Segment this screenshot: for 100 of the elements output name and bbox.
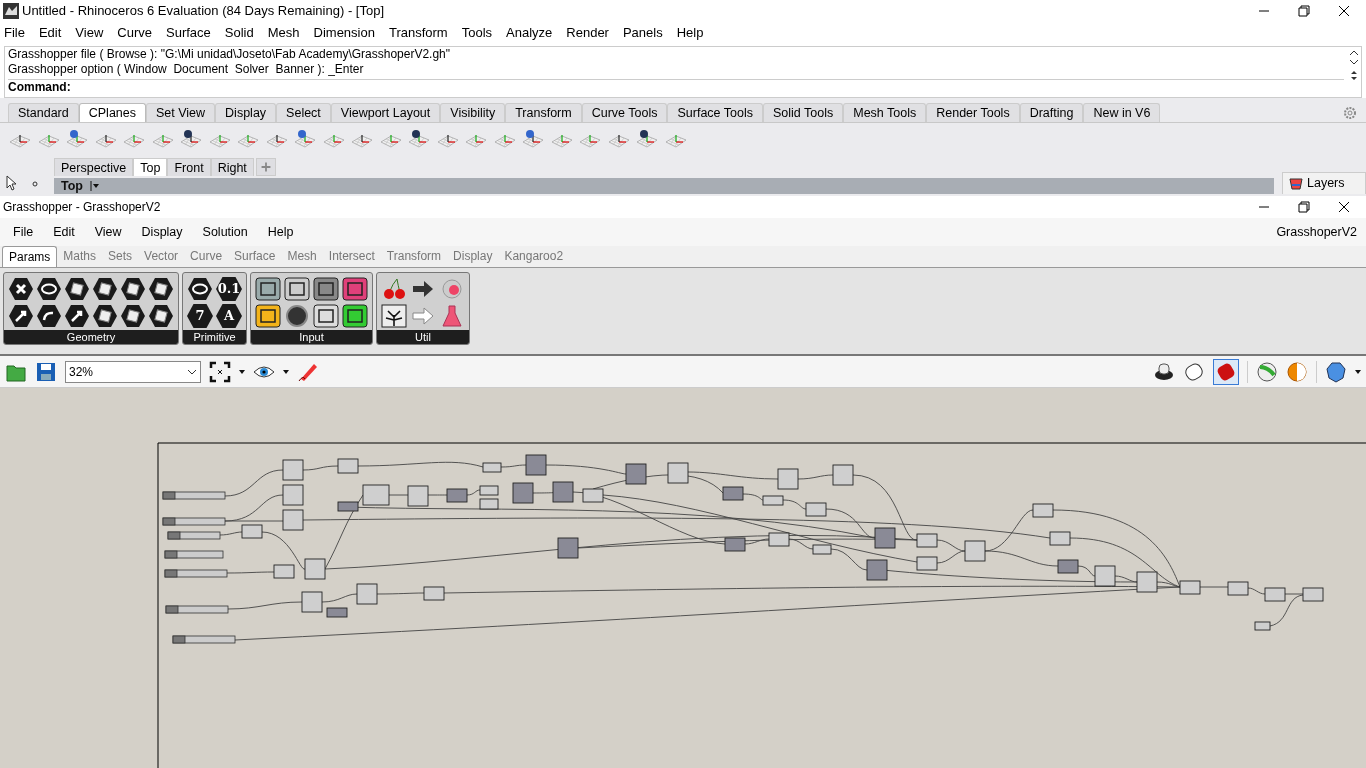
- restore-icon[interactable]: [1298, 201, 1310, 213]
- slider-node[interactable]: [164, 569, 228, 578]
- menu-item[interactable]: Display: [141, 222, 183, 242]
- component-node[interactable]: [482, 462, 502, 473]
- component-node[interactable]: [1302, 587, 1324, 602]
- hexagon-icon[interactable]: [187, 277, 213, 301]
- component-tab[interactable]: Vector: [138, 246, 185, 267]
- menu-item[interactable]: Analyze: [506, 23, 553, 43]
- component-node[interactable]: [1136, 571, 1158, 593]
- command-prompt[interactable]: Command:: [8, 79, 1344, 97]
- tree-icon[interactable]: [381, 304, 407, 328]
- zoom-dropdown[interactable]: 32%: [65, 360, 201, 383]
- component-node[interactable]: [362, 484, 390, 506]
- component-tab[interactable]: Params: [2, 246, 58, 267]
- hexagon-icon[interactable]: [36, 304, 62, 328]
- component-node[interactable]: [724, 537, 746, 552]
- component-tab[interactable]: Surface: [228, 246, 282, 267]
- viewport-tab[interactable]: Perspective: [54, 158, 134, 176]
- component-node[interactable]: [777, 468, 799, 490]
- restore-icon[interactable]: [1298, 5, 1310, 17]
- caret-icon[interactable]: [239, 369, 245, 374]
- component-node[interactable]: [423, 586, 445, 601]
- component-node[interactable]: [446, 488, 468, 503]
- component-node[interactable]: [916, 533, 938, 548]
- dropdown-caret-icon[interactable]: [90, 181, 100, 191]
- toolbar-tab[interactable]: Transform: [505, 103, 582, 122]
- component-node[interactable]: [479, 485, 499, 496]
- component-node[interactable]: [304, 558, 326, 580]
- toolbar-tab[interactable]: Render Tools: [926, 103, 1020, 122]
- component-node[interactable]: [282, 459, 304, 481]
- group-label[interactable]: Input: [251, 330, 372, 344]
- zoom-extents-icon[interactable]: [209, 360, 231, 383]
- hexagon-icon[interactable]: [120, 304, 146, 328]
- component-node[interactable]: [722, 486, 744, 501]
- component-node[interactable]: [1254, 621, 1271, 631]
- add-tab-icon[interactable]: [255, 158, 276, 176]
- hexagon-icon[interactable]: [36, 277, 62, 301]
- slider-node[interactable]: [162, 517, 226, 526]
- toolbar-tab[interactable]: Curve Tools: [581, 103, 668, 122]
- viewport-tab[interactable]: Front: [167, 158, 211, 176]
- group-label[interactable]: Util: [377, 330, 469, 344]
- menu-item[interactable]: Edit: [38, 23, 62, 43]
- component-node[interactable]: [512, 482, 534, 504]
- pointer-icon[interactable]: [4, 175, 18, 191]
- number-glyph[interactable]: 7: [187, 304, 213, 328]
- viewport-tab[interactable]: Right: [210, 158, 254, 176]
- component-node[interactable]: [407, 485, 429, 507]
- component-node[interactable]: [625, 463, 647, 485]
- slider-node[interactable]: [167, 531, 221, 540]
- component-node[interactable]: [337, 458, 359, 474]
- menu-item[interactable]: File: [4, 23, 25, 43]
- polygon-icon[interactable]: [1325, 360, 1347, 383]
- hexagon-icon[interactable]: [92, 277, 118, 301]
- menu-item[interactable]: Curve: [117, 23, 152, 43]
- toolbar-tab[interactable]: Solid Tools: [763, 103, 844, 122]
- viewport-title[interactable]: Top: [54, 176, 90, 196]
- component-tab[interactable]: Kangaroo2: [498, 246, 570, 267]
- component-tab[interactable]: Sets: [102, 246, 139, 267]
- toolbar-tab[interactable]: Viewport Layout: [330, 103, 441, 122]
- number-glyph[interactable]: A: [216, 304, 242, 328]
- toolbar-tab[interactable]: Standard: [8, 103, 79, 122]
- menu-item[interactable]: Edit: [53, 222, 75, 242]
- slider-node[interactable]: [164, 550, 224, 559]
- scroll-up-icon[interactable]: [1349, 49, 1359, 56]
- toolbar-tab[interactable]: Surface Tools: [667, 103, 763, 122]
- component-node[interactable]: [667, 462, 689, 484]
- hexagon-icon[interactable]: [8, 277, 34, 301]
- component-node[interactable]: [805, 502, 827, 517]
- hexagon-icon[interactable]: [64, 277, 90, 301]
- component-node[interactable]: [525, 454, 547, 476]
- component-tab[interactable]: Maths: [57, 246, 103, 267]
- component-node[interactable]: [326, 607, 348, 618]
- hexagon-icon[interactable]: [8, 304, 34, 328]
- menu-item[interactable]: Mesh: [267, 23, 300, 43]
- component-node[interactable]: [282, 484, 304, 506]
- component-node[interactable]: [337, 501, 359, 512]
- component-tab[interactable]: Intersect: [322, 246, 381, 267]
- component-tab[interactable]: Mesh: [281, 246, 323, 267]
- component-tab[interactable]: Display: [447, 246, 499, 267]
- spinner-icon[interactable]: [1349, 69, 1359, 82]
- save-icon[interactable]: [35, 360, 57, 383]
- menu-item[interactable]: Surface: [166, 23, 211, 43]
- menu-item[interactable]: Transform: [388, 23, 448, 43]
- settings-icon[interactable]: [1343, 106, 1357, 120]
- hexagon-icon[interactable]: [64, 304, 90, 328]
- component-node[interactable]: [1264, 587, 1286, 602]
- component-node[interactable]: [1049, 531, 1071, 546]
- component-node[interactable]: [552, 481, 574, 503]
- component-node[interactable]: [866, 559, 888, 581]
- component-node[interactable]: [964, 540, 986, 562]
- toolbar-tab[interactable]: Display: [215, 103, 277, 122]
- component-node[interactable]: [1227, 581, 1249, 596]
- component-tab[interactable]: Transform: [380, 246, 448, 267]
- toolbar-tab[interactable]: Select: [276, 103, 331, 122]
- close-icon[interactable]: [1338, 5, 1350, 17]
- group-label[interactable]: Primitive: [183, 330, 246, 344]
- component-node[interactable]: [301, 591, 323, 613]
- number-glyph[interactable]: 0.1: [216, 277, 242, 301]
- toolbar-tab[interactable]: Drafting: [1019, 103, 1084, 122]
- sphere-icon[interactable]: [1256, 360, 1278, 383]
